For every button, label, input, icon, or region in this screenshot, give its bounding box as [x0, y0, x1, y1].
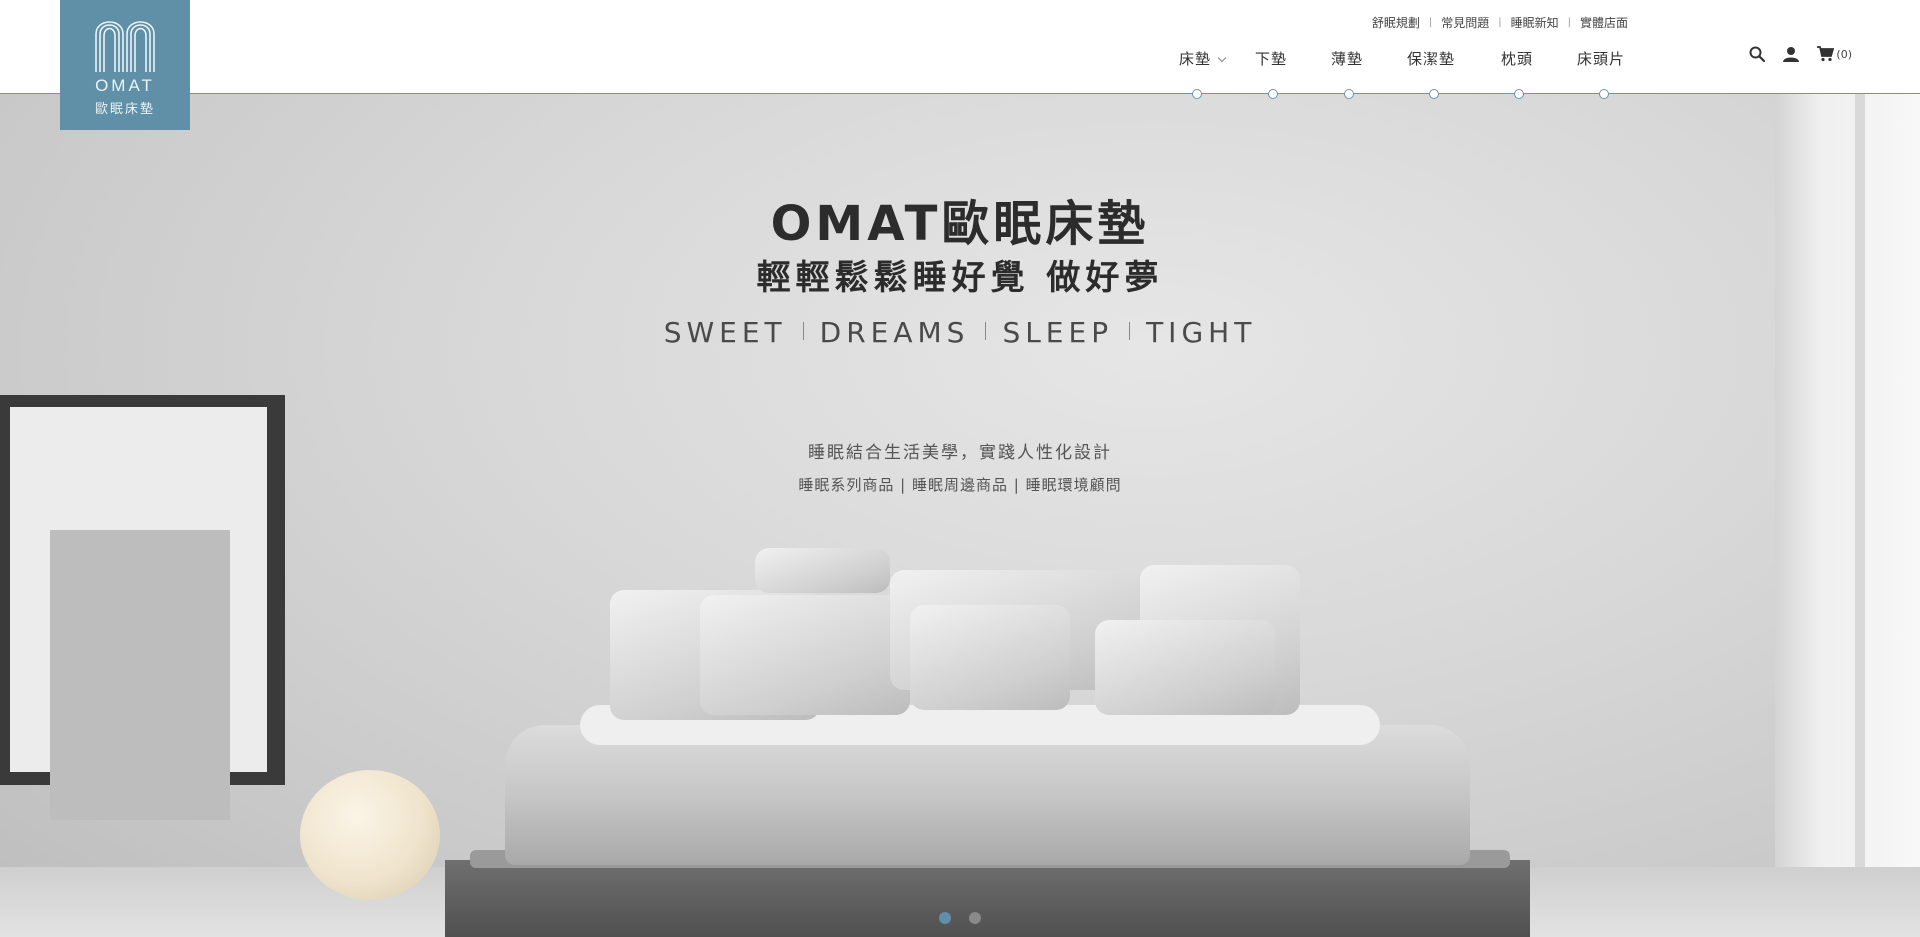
- logo-mark-icon: [95, 21, 155, 72]
- globe-lamp-image: [300, 770, 440, 900]
- pillow-image: [1095, 620, 1275, 715]
- top-link-faq[interactable]: 常見問題: [1441, 14, 1489, 31]
- tagline-word: TIGHT: [1146, 316, 1257, 349]
- cart-icon: [1817, 46, 1835, 62]
- nav-indicator-dot: [1429, 89, 1439, 99]
- top-link-stores[interactable]: 實體店面: [1580, 14, 1628, 31]
- carousel-dot[interactable]: [969, 912, 981, 924]
- logo-wordmark: OMAT: [95, 76, 155, 95]
- nav-item-mattress[interactable]: 床墊: [1179, 48, 1227, 69]
- separator: |: [1498, 17, 1502, 28]
- pillow-image: [910, 605, 1070, 710]
- separator: |: [1428, 17, 1433, 28]
- divider: [802, 322, 804, 340]
- site-header: 舒眠規劃 | 常見問題 | 睡眠新知 | 實體店面 床墊 下墊 薄墊 保潔墊 枕…: [0, 0, 1920, 94]
- logo-chinese-name: 歐眠床墊: [94, 102, 155, 117]
- top-link-sleep-news[interactable]: 睡眠新知: [1511, 14, 1559, 31]
- divider: [1129, 322, 1131, 340]
- divider: [985, 322, 987, 340]
- mattress-image: [505, 725, 1470, 865]
- utility-links: 舒眠規劃 | 常見問題 | 睡眠新知 | 實體店面: [1372, 14, 1628, 31]
- tagline-word: SLEEP: [1002, 316, 1114, 349]
- header-icons: (0): [1731, 46, 1852, 62]
- tagline-word: SWEET: [663, 316, 787, 349]
- tagline-word: DREAMS: [819, 316, 970, 349]
- separator: |: [1567, 17, 1571, 28]
- nav-indicator-dot: [1192, 89, 1202, 99]
- picture-frame-inner: [50, 530, 230, 820]
- carousel-pagination: [0, 912, 1920, 924]
- nav-underline: [0, 93, 1920, 94]
- cart-count: (0): [1836, 47, 1852, 61]
- hero-services: 睡眠系列商品 | 睡眠周邊商品 | 睡眠環境顧問: [798, 476, 1122, 494]
- bed-base-image: [445, 860, 1530, 937]
- hero-tagline: SWEET DREAMS SLEEP TIGHT: [0, 316, 1920, 349]
- nav-item-protector[interactable]: 保潔墊: [1407, 48, 1455, 69]
- user-icon[interactable]: [1783, 46, 1800, 62]
- hero-subtitle: 輕輕鬆鬆睡好覺 做好夢: [756, 258, 1164, 298]
- top-link-sleep-planning[interactable]: 舒眠規劃: [1372, 14, 1420, 31]
- nav-item-topper[interactable]: 薄墊: [1331, 48, 1363, 69]
- nav-indicator-dot: [1514, 89, 1524, 99]
- nav-item-headboard[interactable]: 床頭片: [1577, 48, 1625, 69]
- nav-indicator-dot: [1268, 89, 1278, 99]
- cart-button[interactable]: (0): [1817, 46, 1852, 62]
- chevron-down-icon: [1217, 53, 1227, 63]
- site-logo[interactable]: OMAT 歐眠床墊: [60, 0, 190, 130]
- pillow-image: [755, 548, 890, 593]
- carousel-dot[interactable]: [939, 912, 951, 924]
- pillow-image: [700, 595, 910, 715]
- main-nav: 床墊 下墊 薄墊 保潔墊 枕頭 床頭片: [0, 48, 1920, 68]
- nav-label: 床墊: [1179, 50, 1212, 68]
- nav-item-pillow[interactable]: 枕頭: [1501, 48, 1533, 69]
- search-icon[interactable]: [1749, 46, 1766, 62]
- hero-title: OMAT歐眠床墊: [770, 196, 1150, 252]
- nav-indicator-dot: [1344, 89, 1354, 99]
- nav-item-base[interactable]: 下墊: [1255, 48, 1287, 69]
- nav-indicator-dot: [1599, 89, 1609, 99]
- hero-description: 睡眠結合生活美學，實踐人性化設計: [808, 443, 1112, 463]
